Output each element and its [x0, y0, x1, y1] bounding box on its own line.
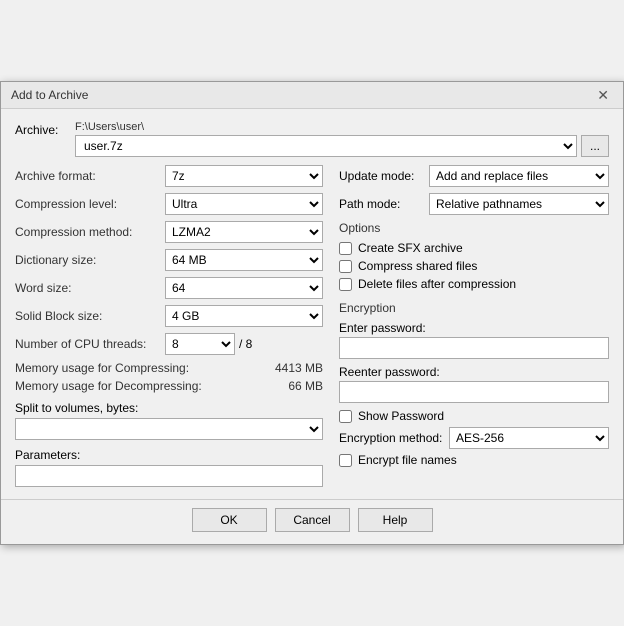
update-mode-label: Update mode:: [339, 169, 429, 183]
close-button[interactable]: ✕: [593, 88, 613, 102]
compression-method-label: Compression method:: [15, 225, 165, 239]
title-bar: Add to Archive ✕: [1, 82, 623, 109]
show-password-label: Show Password: [358, 409, 444, 423]
main-area: Archive format: 7z Compression level: Ul…: [15, 165, 609, 487]
cancel-button[interactable]: Cancel: [275, 508, 350, 532]
dialog-content: Archive: F:\Users\user\ user.7z ... Arch…: [1, 109, 623, 499]
path-mode-select[interactable]: Relative pathnames: [429, 193, 609, 215]
params-label: Parameters:: [15, 448, 323, 462]
path-mode-label: Path mode:: [339, 197, 429, 211]
split-row: Split to volumes, bytes:: [15, 401, 323, 448]
encryption-title: Encryption: [339, 301, 609, 315]
word-size-row: Word size: 64: [15, 277, 323, 299]
add-to-archive-window: Add to Archive ✕ Archive: F:\Users\user\…: [0, 81, 624, 545]
enc-method-row: Encryption method: AES-256: [339, 427, 609, 449]
create-sfx-row: Create SFX archive: [339, 241, 609, 255]
update-mode-select[interactable]: Add and replace files: [429, 165, 609, 187]
word-size-select[interactable]: 64: [165, 277, 323, 299]
archive-inputs: F:\Users\user\ user.7z ...: [75, 121, 609, 157]
compress-shared-label: Compress shared files: [358, 259, 477, 273]
dictionary-size-label: Dictionary size:: [15, 253, 165, 267]
threads-label: Number of CPU threads:: [15, 337, 165, 351]
solid-block-row: Solid Block size: 4 GB: [15, 305, 323, 327]
encrypt-names-checkbox[interactable]: [339, 454, 352, 467]
button-bar: OK Cancel Help: [1, 499, 623, 544]
right-panel: Update mode: Add and replace files Path …: [339, 165, 609, 487]
window-title: Add to Archive: [11, 88, 88, 102]
compression-method-select[interactable]: LZMA2: [165, 221, 323, 243]
enter-password-input[interactable]: [339, 337, 609, 359]
archive-format-row: Archive format: 7z: [15, 165, 323, 187]
compress-shared-row: Compress shared files: [339, 259, 609, 273]
compress-shared-checkbox[interactable]: [339, 260, 352, 273]
delete-files-row: Delete files after compression: [339, 277, 609, 291]
archive-format-label: Archive format:: [15, 169, 165, 183]
params-input[interactable]: [15, 465, 323, 487]
archive-label: Archive:: [15, 121, 75, 137]
memory-compress-row: Memory usage for Compressing: 4413 MB: [15, 361, 323, 375]
archive-format-select[interactable]: 7z: [165, 165, 323, 187]
split-select[interactable]: [15, 418, 323, 440]
reenter-password-input[interactable]: [339, 381, 609, 403]
memory-compress-value: 4413 MB: [275, 361, 323, 375]
memory-decompress-value: 66 MB: [288, 379, 323, 393]
show-password-checkbox[interactable]: [339, 410, 352, 423]
ok-button[interactable]: OK: [192, 508, 267, 532]
compression-level-label: Compression level:: [15, 197, 165, 211]
options-section: Options Create SFX archive Compress shar…: [339, 221, 609, 291]
update-mode-row: Update mode: Add and replace files: [339, 165, 609, 187]
delete-files-label: Delete files after compression: [358, 277, 516, 291]
params-row: Parameters:: [15, 448, 323, 487]
compression-level-select[interactable]: Ultra: [165, 193, 323, 215]
create-sfx-label: Create SFX archive: [358, 241, 463, 255]
archive-file-row: user.7z ...: [75, 135, 609, 157]
left-panel: Archive format: 7z Compression level: Ul…: [15, 165, 323, 487]
word-size-label: Word size:: [15, 281, 165, 295]
archive-path: F:\Users\user\: [75, 121, 609, 133]
encrypt-names-row: Encrypt file names: [339, 453, 609, 467]
dictionary-size-select[interactable]: 64 MB: [165, 249, 323, 271]
memory-decompress-row: Memory usage for Decompressing: 66 MB: [15, 379, 323, 393]
threads-max: / 8: [239, 337, 252, 351]
create-sfx-checkbox[interactable]: [339, 242, 352, 255]
delete-files-checkbox[interactable]: [339, 278, 352, 291]
threads-select[interactable]: 8: [165, 333, 235, 355]
options-title: Options: [339, 221, 609, 235]
help-button[interactable]: Help: [358, 508, 433, 532]
encrypt-names-label: Encrypt file names: [358, 453, 457, 467]
archive-filename-select[interactable]: user.7z: [75, 135, 577, 157]
enc-method-label: Encryption method:: [339, 431, 449, 445]
browse-button[interactable]: ...: [581, 135, 609, 157]
reenter-password-label: Reenter password:: [339, 365, 609, 379]
enc-method-select[interactable]: AES-256: [449, 427, 609, 449]
memory-compress-label: Memory usage for Compressing:: [15, 361, 189, 375]
dictionary-size-row: Dictionary size: 64 MB: [15, 249, 323, 271]
show-password-row: Show Password: [339, 409, 609, 423]
solid-block-select[interactable]: 4 GB: [165, 305, 323, 327]
path-mode-row: Path mode: Relative pathnames: [339, 193, 609, 215]
compression-level-row: Compression level: Ultra: [15, 193, 323, 215]
threads-row: Number of CPU threads: 8 / 8: [15, 333, 323, 355]
encryption-section: Encryption Enter password: Reenter passw…: [339, 301, 609, 467]
compression-method-row: Compression method: LZMA2: [15, 221, 323, 243]
solid-block-label: Solid Block size:: [15, 309, 165, 323]
enter-password-label: Enter password:: [339, 321, 609, 335]
archive-row: Archive: F:\Users\user\ user.7z ...: [15, 121, 609, 157]
memory-decompress-label: Memory usage for Decompressing:: [15, 379, 202, 393]
split-label: Split to volumes, bytes:: [15, 401, 323, 415]
